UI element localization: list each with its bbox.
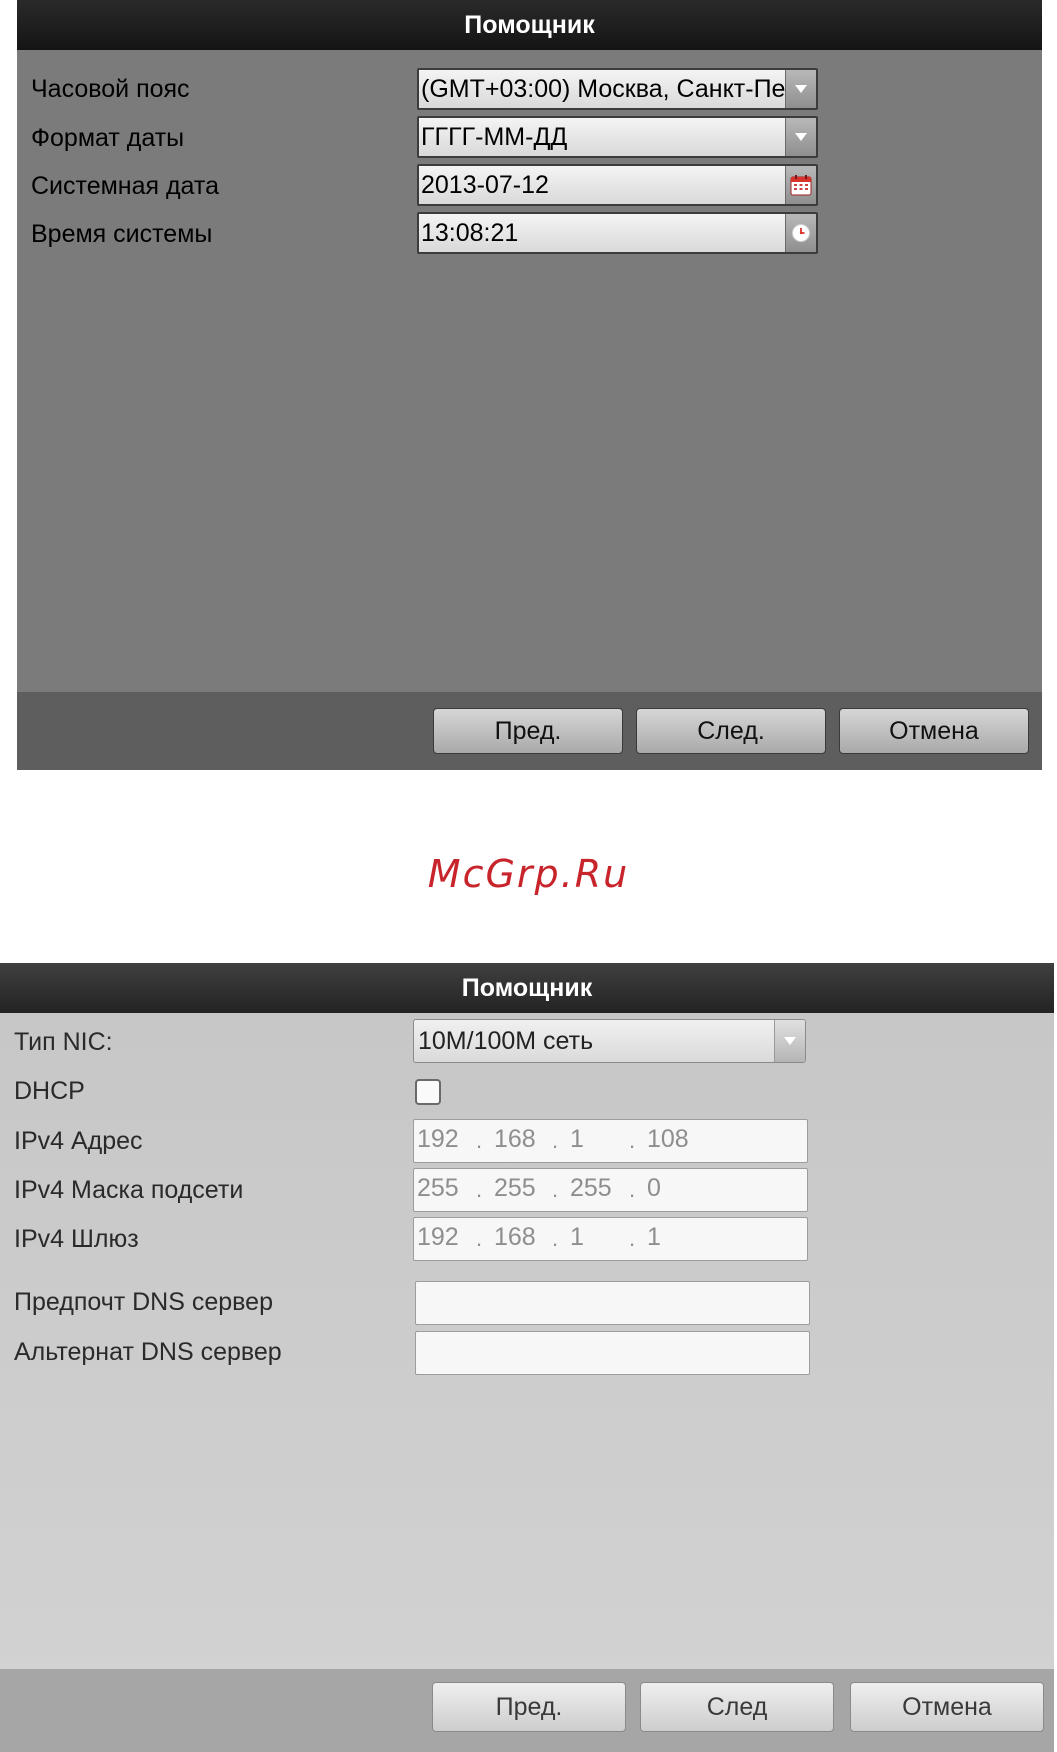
ip-dot: .	[552, 1128, 559, 1153]
ip-octet: 192	[417, 1223, 459, 1251]
alternate-dns-input[interactable]	[415, 1331, 810, 1375]
nic-type-value: 10M/100M сеть	[418, 1027, 594, 1055]
prev-button[interactable]: Пред.	[432, 1682, 626, 1732]
date-format-select[interactable]: ГГГГ-ММ-ДД	[417, 116, 818, 158]
preferred-dns-label: Предпочт DNS сервер	[14, 1288, 273, 1316]
cancel-button[interactable]: Отмена	[839, 708, 1029, 754]
dhcp-label: DHCP	[14, 1077, 85, 1105]
clock-icon	[792, 224, 810, 242]
datetime-wizard-panel: Помощник Часовой пояс (GMT+03:00) Москва…	[17, 0, 1042, 770]
timezone-label: Часовой пояс	[31, 75, 190, 103]
nic-type-dropdown-arrow[interactable]	[774, 1020, 805, 1062]
chevron-down-icon	[795, 85, 807, 93]
calendar-icon	[790, 175, 812, 196]
ipv4-address-input[interactable]: 192 . 168 . 1 . 108	[413, 1119, 808, 1163]
ipv4-gateway-label: IPv4 Шлюз	[14, 1225, 139, 1253]
ip-dot: .	[476, 1128, 483, 1153]
next-button[interactable]: След	[640, 1682, 834, 1732]
ip-octet: 1	[570, 1223, 584, 1251]
system-date-value: 2013-07-12	[421, 171, 549, 199]
prev-button[interactable]: Пред.	[433, 708, 623, 754]
date-format-value: ГГГГ-ММ-ДД	[421, 123, 568, 151]
ip-dot: .	[476, 1226, 483, 1251]
ip-octet: 192	[417, 1125, 459, 1153]
ip-dot: .	[476, 1177, 483, 1202]
ip-octet: 255	[570, 1174, 612, 1202]
ip-octet: 1	[570, 1125, 584, 1153]
system-time-value: 13:08:21	[421, 219, 519, 247]
next-button[interactable]: След.	[636, 708, 826, 754]
ipv4-mask-input[interactable]: 255 . 255 . 255 . 0	[413, 1168, 808, 1212]
alternate-dns-label: Альтернат DNS сервер	[14, 1338, 282, 1366]
ip-octet: 255	[494, 1174, 536, 1202]
ip-dot: .	[552, 1226, 559, 1251]
wizard-title-datetime: Помощник	[17, 0, 1042, 50]
ip-octet: 168	[494, 1223, 536, 1251]
dhcp-checkbox[interactable]	[415, 1079, 441, 1105]
preferred-dns-input[interactable]	[415, 1281, 810, 1325]
ip-octet: 108	[647, 1125, 689, 1153]
ip-octet: 255	[417, 1174, 459, 1202]
ip-dot: .	[629, 1177, 636, 1202]
watermark-text: McGrp.Ru	[427, 852, 630, 896]
nic-type-label: Тип NIC:	[14, 1028, 113, 1056]
ipv4-gateway-input[interactable]: 192 . 168 . 1 . 1	[413, 1217, 808, 1261]
timezone-select[interactable]: (GMT+03:00) Москва, Санкт-Петербург	[417, 68, 818, 110]
timezone-value: (GMT+03:00) Москва, Санкт-Петербург	[421, 75, 786, 103]
wizard-title-network: Помощник	[0, 963, 1054, 1013]
date-format-label: Формат даты	[31, 124, 185, 152]
clock-button[interactable]	[785, 214, 816, 252]
network-wizard-panel: Помощник Тип NIC: 10M/100M сеть DHCP IPv…	[0, 963, 1054, 1752]
ipv4-address-label: IPv4 Адрес	[14, 1127, 143, 1155]
system-time-input[interactable]: 13:08:21	[417, 212, 818, 254]
calendar-button[interactable]	[785, 166, 816, 204]
ipv4-mask-label: IPv4 Маска подсети	[14, 1176, 244, 1204]
cancel-button[interactable]: Отмена	[850, 1682, 1044, 1732]
system-date-input[interactable]: 2013-07-12	[417, 164, 818, 206]
system-date-label: Системная дата	[31, 172, 219, 200]
ip-octet: 0	[647, 1174, 661, 1202]
chevron-down-icon	[784, 1037, 796, 1045]
nic-type-select[interactable]: 10M/100M сеть	[413, 1019, 806, 1063]
ip-dot: .	[552, 1177, 559, 1202]
ip-dot: .	[629, 1226, 636, 1251]
timezone-dropdown-arrow[interactable]	[785, 70, 816, 108]
ip-octet: 168	[494, 1125, 536, 1153]
system-time-label: Время системы	[31, 220, 213, 248]
chevron-down-icon	[795, 133, 807, 141]
ip-octet: 1	[647, 1223, 661, 1251]
ip-dot: .	[629, 1128, 636, 1153]
date-format-dropdown-arrow[interactable]	[785, 118, 816, 156]
